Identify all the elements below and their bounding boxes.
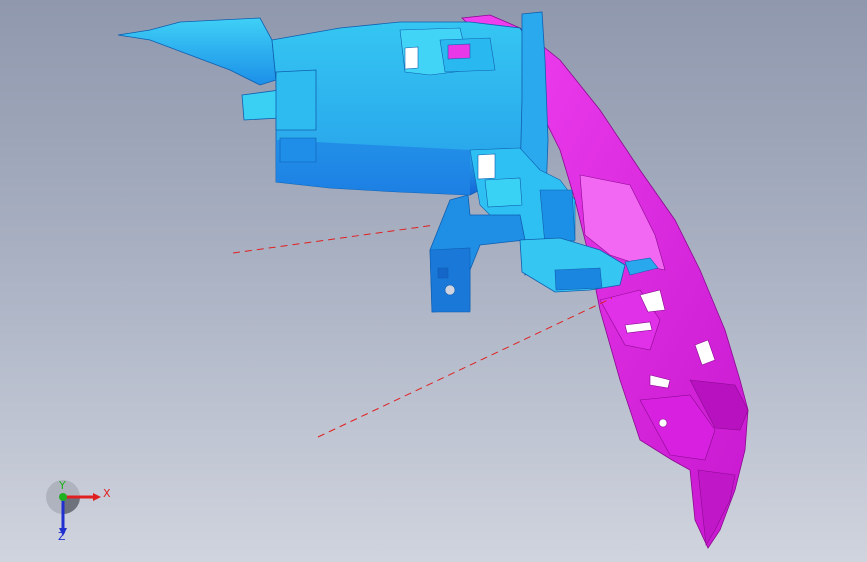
axis-y-label: Y [59, 479, 66, 492]
graphics-viewport[interactable]: X Y Z [0, 0, 867, 562]
axis-triad-icon [46, 480, 101, 536]
axis-x-label: X [103, 487, 111, 500]
axis-z-label: Z [58, 530, 66, 543]
orientation-triad[interactable]: X Y Z [44, 478, 124, 548]
cad-model-scene[interactable] [0, 0, 867, 562]
